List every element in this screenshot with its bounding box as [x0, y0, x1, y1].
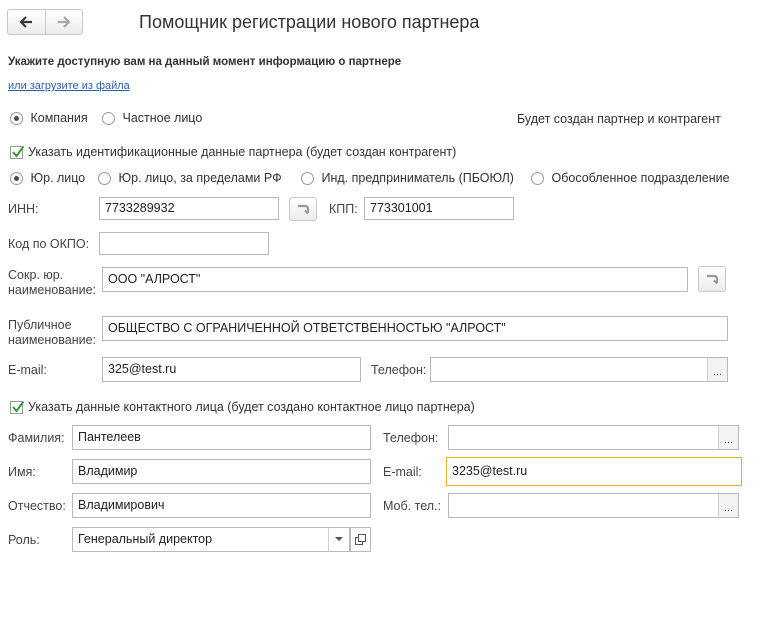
role-label: Роль:: [8, 533, 40, 547]
public-name-field[interactable]: ОБЩЕСТВО С ОГРАНИЧЕННОЙ ОТВЕТСТВЕННОСТЬЮ…: [102, 316, 728, 341]
back-button[interactable]: [8, 10, 45, 34]
fill-arrow-icon: [298, 204, 310, 215]
nav-buttons: [7, 9, 83, 35]
role-open-button[interactable]: [350, 527, 371, 552]
inn-field[interactable]: 7733289932: [99, 197, 279, 220]
mobile-label: Моб. тел.:: [383, 499, 441, 513]
radio-foreign-legal-entity-label: Юр. лицо, за пределами РФ: [118, 171, 282, 185]
forward-arrow-icon: [57, 16, 71, 28]
role-dropdown-button[interactable]: [328, 528, 349, 551]
radio-button[interactable]: [98, 172, 111, 186]
dropdown-arrow-icon: [335, 537, 343, 541]
radio-private-person[interactable]: Частное лицо: [102, 111, 203, 126]
radio-button[interactable]: [10, 172, 23, 186]
radio-button[interactable]: [10, 112, 23, 126]
ident-checkbox[interactable]: [10, 145, 25, 159]
radio-foreign-legal-entity[interactable]: Юр. лицо, за пределами РФ: [98, 171, 282, 186]
firstname-field[interactable]: Владимир: [72, 459, 371, 484]
kpp-label: КПП:: [329, 202, 358, 216]
mobile-select-button[interactable]: ...: [718, 493, 739, 518]
firstname-label: Имя:: [8, 465, 36, 479]
radio-private-person-label: Частное лицо: [122, 111, 203, 125]
radio-company-label: Компания: [30, 111, 88, 125]
form-subtitle: Укажите доступную вам на данный момент и…: [8, 56, 402, 68]
contact-checkbox[interactable]: [10, 400, 25, 414]
role-select[interactable]: Генеральный директор: [72, 527, 350, 552]
radio-button[interactable]: [102, 112, 115, 126]
middlename-field[interactable]: Владимирович: [72, 493, 371, 518]
okpo-label: Код по ОКПО:: [8, 237, 90, 251]
contact-email-label: E-mail:: [383, 465, 422, 479]
partner-email-field[interactable]: 325@test.ru: [102, 357, 361, 382]
dots-icon: ...: [723, 434, 734, 446]
partner-phone-select-button[interactable]: ...: [707, 357, 728, 382]
radio-branch[interactable]: Обособленное подразделение: [531, 171, 730, 186]
radio-button[interactable]: [531, 172, 544, 186]
kpp-field[interactable]: 773301001: [364, 197, 514, 220]
lastname-label: Фамилия:: [8, 431, 65, 445]
contact-checkbox-row[interactable]: Указать данные контактного лица (будет с…: [10, 400, 475, 414]
partner-email-label: E-mail:: [8, 363, 47, 377]
radio-button[interactable]: [301, 172, 314, 186]
ident-checkbox-label: Указать идентификационные данные партнер…: [28, 145, 457, 159]
short-name-field[interactable]: ООО "АЛРОСТ": [102, 267, 688, 292]
radio-legal-entity[interactable]: Юр. лицо: [10, 171, 86, 186]
contact-phone-select-button[interactable]: ...: [718, 425, 739, 450]
contact-phone-field[interactable]: [448, 425, 719, 450]
inn-label: ИНН:: [8, 202, 39, 216]
radio-company[interactable]: Компания: [10, 111, 88, 126]
back-arrow-icon: [19, 16, 33, 28]
partner-phone-field[interactable]: [430, 357, 708, 382]
forward-button[interactable]: [44, 10, 83, 34]
short-name-label-line2: наименование:: [8, 283, 97, 297]
load-from-file-link[interactable]: или загрузите из файла: [8, 80, 130, 92]
fill-name-button[interactable]: [698, 266, 726, 292]
dots-icon: ...: [723, 502, 734, 514]
open-form-icon: [355, 534, 366, 545]
partner-info-text: Будет создан партнер и контрагент: [517, 112, 721, 126]
short-name-label-line1: Сокр. юр.: [8, 268, 64, 282]
short-name-label: Сокр. юр. наименование:: [8, 268, 96, 298]
mobile-field[interactable]: [448, 493, 719, 518]
lastname-field[interactable]: Пантелеев: [72, 425, 371, 450]
checkmark-icon: [12, 145, 25, 158]
partner-phone-label: Телефон:: [371, 363, 427, 377]
radio-entrepreneur-label: Инд. предприниматель (ПБОЮЛ): [321, 171, 514, 185]
public-name-label-line1: Публичное: [8, 318, 72, 332]
middlename-label: Отчество:: [8, 499, 66, 513]
public-name-label: Публичное наименование:: [8, 318, 96, 348]
public-name-label-line2: наименование:: [8, 333, 97, 347]
radio-legal-entity-label: Юр. лицо: [30, 171, 86, 185]
contact-checkbox-label: Указать данные контактного лица (будет с…: [28, 400, 475, 414]
radio-entrepreneur[interactable]: Инд. предприниматель (ПБОЮЛ): [301, 171, 514, 186]
fill-arrow-icon: [707, 274, 719, 285]
radio-branch-label: Обособленное подразделение: [551, 171, 730, 185]
checkmark-icon: [12, 400, 25, 413]
contact-email-field[interactable]: 3235@test.ru: [446, 457, 742, 486]
okpo-field[interactable]: [99, 232, 269, 255]
contact-phone-label: Телефон:: [383, 431, 439, 445]
fill-by-inn-button[interactable]: [289, 197, 317, 221]
ident-checkbox-row[interactable]: Указать идентификационные данные партнер…: [10, 145, 456, 159]
window-title: Помощник регистрации нового партнера: [139, 12, 480, 32]
dots-icon: ...: [712, 366, 723, 378]
